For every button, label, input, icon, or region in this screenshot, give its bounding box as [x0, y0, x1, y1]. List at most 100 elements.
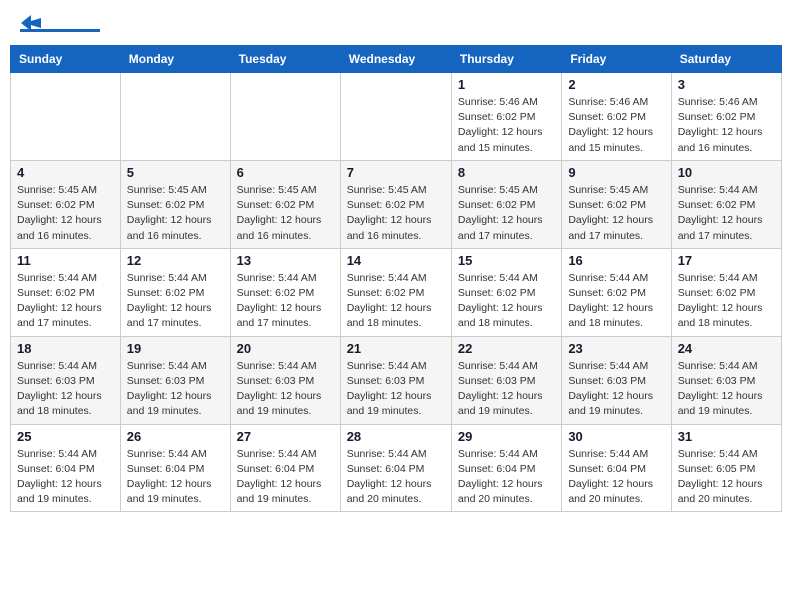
day-info: Sunrise: 5:44 AM Sunset: 6:03 PM Dayligh…	[17, 359, 114, 420]
day-number: 9	[568, 165, 664, 180]
day-number: 6	[237, 165, 334, 180]
day-cell: 17Sunrise: 5:44 AM Sunset: 6:02 PM Dayli…	[671, 248, 781, 336]
day-cell: 11 Sunrise: 5:44 AM Sunset: 6:02 PM Dayli…	[11, 248, 121, 336]
day-cell: 6 Sunrise: 5:45 AM Sunset: 6:02 PM Daylig…	[230, 160, 340, 248]
day-info: Sunrise: 5:44 AM Sunset: 6:03 PM Dayligh…	[678, 359, 775, 420]
col-header-saturday: Saturday	[671, 46, 781, 73]
day-number: 5	[127, 165, 224, 180]
day-info: Sunrise: 5:44 AM Sunset: 6:04 PM Dayligh…	[17, 447, 114, 508]
col-header-tuesday: Tuesday	[230, 46, 340, 73]
day-number: 10	[678, 165, 775, 180]
day-cell: 15 Sunrise: 5:44 AM Sunset: 6:02 PM Dayli…	[451, 248, 561, 336]
col-header-monday: Monday	[120, 46, 230, 73]
day-info: Sunrise: 5:44 AM Sunset: 6:04 PM Dayligh…	[347, 447, 445, 508]
day-info: Sunrise: 5:44 AM Sunset: 6:02 PM Dayligh…	[678, 183, 775, 244]
day-cell: 5 Sunrise: 5:45 AM Sunset: 6:02 PM Daylig…	[120, 160, 230, 248]
day-number: 31	[678, 429, 775, 444]
day-cell: 30 Sunrise: 5:44 AM Sunset: 6:04 PM Dayli…	[562, 424, 671, 512]
day-cell: 25 Sunrise: 5:44 AM Sunset: 6:04 PM Dayli…	[11, 424, 121, 512]
day-number: 22	[458, 341, 555, 356]
day-number: 29	[458, 429, 555, 444]
day-cell: 18 Sunrise: 5:44 AM Sunset: 6:03 PM Dayli…	[11, 336, 121, 424]
day-info: Sunrise: 5:44 AM Sunset: 6:03 PM Dayligh…	[568, 359, 664, 420]
day-info: Sunrise: 5:46 AM Sunset: 6:02 PM Dayligh…	[568, 95, 664, 156]
day-number: 30	[568, 429, 664, 444]
day-info: Sunrise: 5:44 AM Sunset: 6:02 PM Dayligh…	[458, 271, 555, 332]
day-number: 25	[17, 429, 114, 444]
day-info: Sunrise: 5:44 AM Sunset: 6:03 PM Dayligh…	[237, 359, 334, 420]
day-number: 12	[127, 253, 224, 268]
day-info: Sunrise: 5:44 AM Sunset: 6:03 PM Dayligh…	[458, 359, 555, 420]
day-info: Sunrise: 5:46 AM Sunset: 6:02 PM Dayligh…	[678, 95, 775, 156]
day-number: 8	[458, 165, 555, 180]
week-row-1: 1 Sunrise: 5:46 AM Sunset: 6:02 PM Daylig…	[11, 73, 782, 161]
col-header-friday: Friday	[562, 46, 671, 73]
day-info: Sunrise: 5:45 AM Sunset: 6:02 PM Dayligh…	[347, 183, 445, 244]
day-info: Sunrise: 5:44 AM Sunset: 6:04 PM Dayligh…	[568, 447, 664, 508]
day-cell: 9 Sunrise: 5:45 AM Sunset: 6:02 PM Daylig…	[562, 160, 671, 248]
day-number: 1	[458, 77, 555, 92]
col-header-wednesday: Wednesday	[340, 46, 451, 73]
day-cell: 13 Sunrise: 5:44 AM Sunset: 6:02 PM Dayli…	[230, 248, 340, 336]
column-headers: SundayMondayTuesdayWednesdayThursdayFrid…	[11, 46, 782, 73]
day-number: 2	[568, 77, 664, 92]
day-number: 4	[17, 165, 114, 180]
day-number: 26	[127, 429, 224, 444]
day-info: Sunrise: 5:44 AM Sunset: 6:02 PM Dayligh…	[347, 271, 445, 332]
day-info: Sunrise: 5:44 AM Sunset: 6:02 PM Dayligh…	[568, 271, 664, 332]
day-info: Sunrise: 5:45 AM Sunset: 6:02 PM Dayligh…	[458, 183, 555, 244]
day-cell: 24 Sunrise: 5:44 AM Sunset: 6:03 PM Dayli…	[671, 336, 781, 424]
day-info: Sunrise: 5:44 AM Sunset: 6:03 PM Dayligh…	[127, 359, 224, 420]
day-info: Sunrise: 5:44 AM Sunset: 6:02 PM Dayligh…	[127, 271, 224, 332]
day-cell: 27Sunrise: 5:44 AM Sunset: 6:04 PM Dayli…	[230, 424, 340, 512]
day-cell: 12 Sunrise: 5:44 AM Sunset: 6:02 PM Dayli…	[120, 248, 230, 336]
day-cell: 8 Sunrise: 5:45 AM Sunset: 6:02 PM Daylig…	[451, 160, 561, 248]
day-info: Sunrise: 5:44 AM Sunset: 6:04 PM Dayligh…	[458, 447, 555, 508]
day-number: 20	[237, 341, 334, 356]
col-header-sunday: Sunday	[11, 46, 121, 73]
day-number: 7	[347, 165, 445, 180]
day-number: 13	[237, 253, 334, 268]
day-number: 24	[678, 341, 775, 356]
day-cell: 14Sunrise: 5:44 AM Sunset: 6:02 PM Dayli…	[340, 248, 451, 336]
day-cell: 16 Sunrise: 5:44 AM Sunset: 6:02 PM Dayli…	[562, 248, 671, 336]
day-cell	[230, 73, 340, 161]
week-row-4: 18 Sunrise: 5:44 AM Sunset: 6:03 PM Dayli…	[11, 336, 782, 424]
day-cell: 1Sunrise: 5:46 AM Sunset: 6:02 PM Daylig…	[451, 73, 561, 161]
day-cell	[120, 73, 230, 161]
day-number: 15	[458, 253, 555, 268]
day-number: 11	[17, 253, 114, 268]
calendar-table: SundayMondayTuesdayWednesdayThursdayFrid…	[10, 45, 782, 512]
day-number: 28	[347, 429, 445, 444]
week-row-5: 25 Sunrise: 5:44 AM Sunset: 6:04 PM Dayli…	[11, 424, 782, 512]
day-cell: 2 Sunrise: 5:46 AM Sunset: 6:02 PM Daylig…	[562, 73, 671, 161]
day-info: Sunrise: 5:44 AM Sunset: 6:02 PM Dayligh…	[237, 271, 334, 332]
logo-underline	[20, 29, 100, 32]
day-cell: 21Sunrise: 5:44 AM Sunset: 6:03 PM Dayli…	[340, 336, 451, 424]
day-number: 19	[127, 341, 224, 356]
day-number: 18	[17, 341, 114, 356]
day-cell: 22 Sunrise: 5:44 AM Sunset: 6:03 PM Dayli…	[451, 336, 561, 424]
day-cell: 31 Sunrise: 5:44 AM Sunset: 6:05 PM Dayli…	[671, 424, 781, 512]
day-cell: 20 Sunrise: 5:44 AM Sunset: 6:03 PM Dayli…	[230, 336, 340, 424]
day-cell: 19 Sunrise: 5:44 AM Sunset: 6:03 PM Dayli…	[120, 336, 230, 424]
day-info: Sunrise: 5:44 AM Sunset: 6:04 PM Dayligh…	[237, 447, 334, 508]
day-info: Sunrise: 5:44 AM Sunset: 6:04 PM Dayligh…	[127, 447, 224, 508]
day-cell: 4 Sunrise: 5:45 AM Sunset: 6:02 PM Daylig…	[11, 160, 121, 248]
day-info: Sunrise: 5:45 AM Sunset: 6:02 PM Dayligh…	[127, 183, 224, 244]
day-info: Sunrise: 5:44 AM Sunset: 6:02 PM Dayligh…	[17, 271, 114, 332]
day-info: Sunrise: 5:45 AM Sunset: 6:02 PM Dayligh…	[237, 183, 334, 244]
day-info: Sunrise: 5:44 AM Sunset: 6:02 PM Dayligh…	[678, 271, 775, 332]
day-cell	[11, 73, 121, 161]
day-info: Sunrise: 5:45 AM Sunset: 6:02 PM Dayligh…	[17, 183, 114, 244]
day-info: Sunrise: 5:44 AM Sunset: 6:05 PM Dayligh…	[678, 447, 775, 508]
day-cell: 23 Sunrise: 5:44 AM Sunset: 6:03 PM Dayli…	[562, 336, 671, 424]
day-number: 23	[568, 341, 664, 356]
day-cell: 26 Sunrise: 5:44 AM Sunset: 6:04 PM Dayli…	[120, 424, 230, 512]
day-number: 16	[568, 253, 664, 268]
day-cell: 7 Sunrise: 5:45 AM Sunset: 6:02 PM Daylig…	[340, 160, 451, 248]
col-header-thursday: Thursday	[451, 46, 561, 73]
day-info: Sunrise: 5:44 AM Sunset: 6:03 PM Dayligh…	[347, 359, 445, 420]
day-info: Sunrise: 5:45 AM Sunset: 6:02 PM Dayligh…	[568, 183, 664, 244]
week-row-2: 4 Sunrise: 5:45 AM Sunset: 6:02 PM Daylig…	[11, 160, 782, 248]
